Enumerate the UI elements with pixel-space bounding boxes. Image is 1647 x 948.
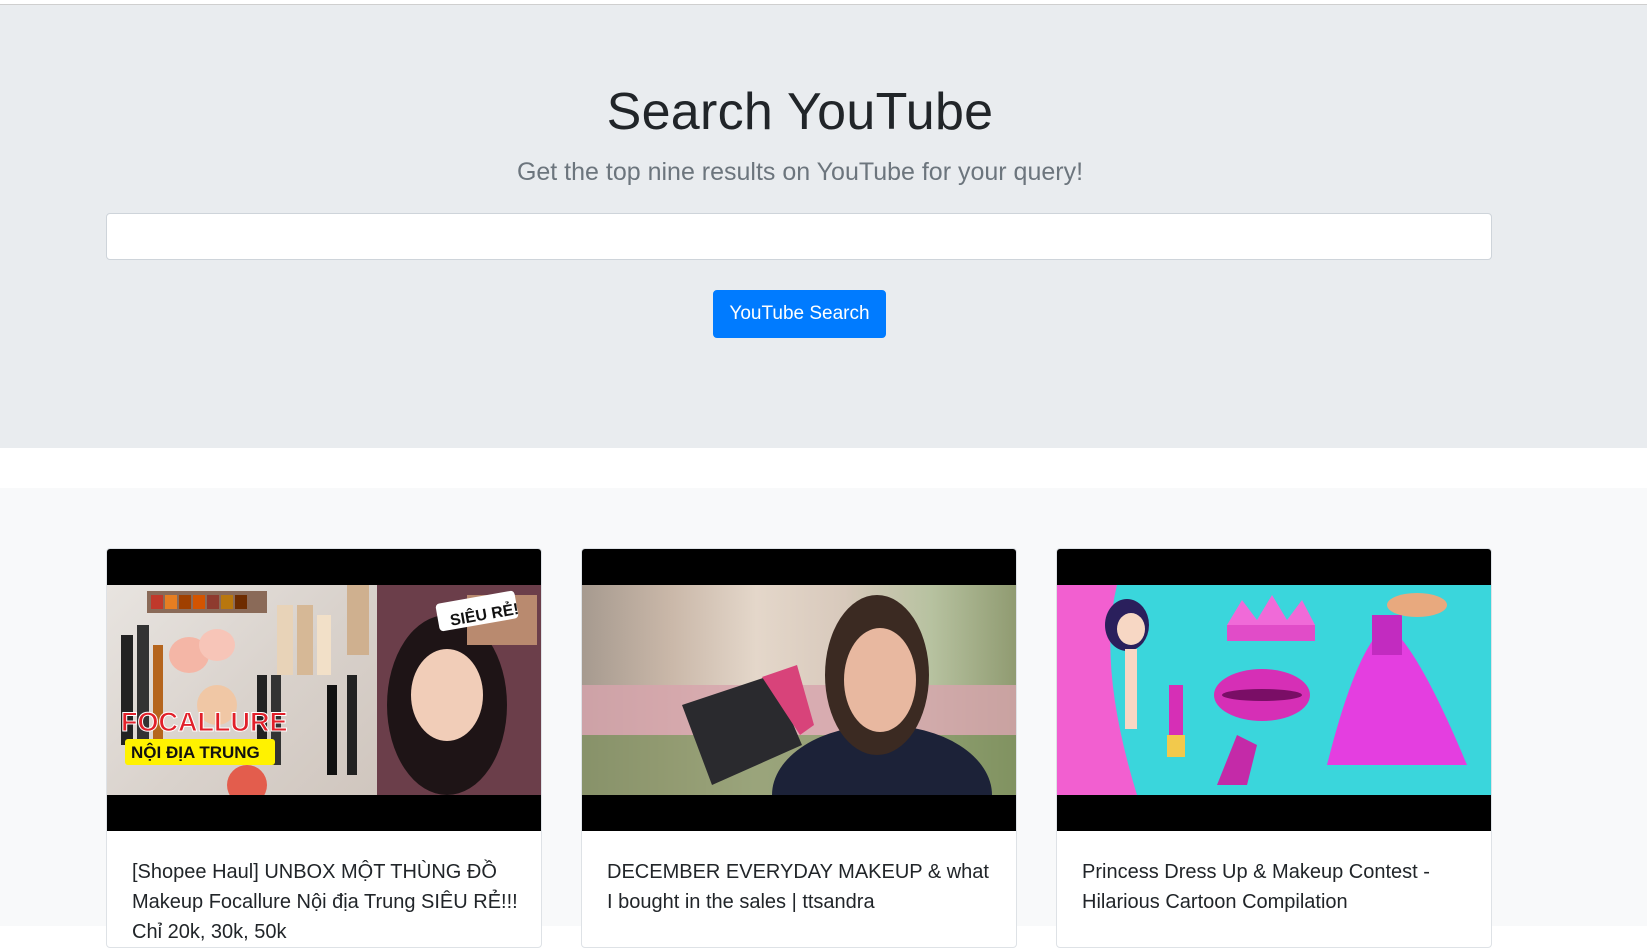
video-player[interactable] [1057, 549, 1491, 831]
page-subtitle: Get the top nine results on YouTube for … [516, 158, 1084, 186]
video-card[interactable]: SIÊU RẺ! FOCALLURE NỘI ĐỊA TRUNG [Shopee… [106, 548, 542, 948]
video-thumbnail [582, 585, 1016, 795]
video-title[interactable]: Princess Dress Up & Makeup Contest - Hil… [1082, 857, 1472, 917]
cartoon-thumbnail-art [1057, 585, 1467, 795]
video-thumbnail [1057, 585, 1491, 795]
video-thumbnail: SIÊU RẺ! FOCALLURE NỘI ĐỊA TRUNG [107, 585, 541, 795]
page-title: Search YouTube [606, 83, 994, 141]
video-card[interactable]: DECEMBER EVERYDAY MAKEUP & what I bought… [581, 548, 1017, 948]
video-title[interactable]: DECEMBER EVERYDAY MAKEUP & what I bought… [607, 857, 997, 917]
video-player[interactable]: SIÊU RẺ! FOCALLURE NỘI ĐỊA TRUNG [107, 549, 541, 831]
video-title[interactable]: [Shopee Haul] UNBOX MỘT THÙNG ĐỒ Makeup … [132, 857, 522, 947]
portrait-thumbnail-art [582, 595, 1016, 795]
video-player[interactable] [582, 549, 1016, 831]
thumb-brand-text: FOCALLURE [121, 707, 287, 737]
makeup-thumbnail-art: SIÊU RẺ! FOCALLURE NỘI ĐỊA TRUNG [121, 585, 541, 795]
youtube-search-button[interactable]: YouTube Search [713, 290, 886, 338]
search-input[interactable] [106, 213, 1492, 260]
video-card[interactable]: Princess Dress Up & Makeup Contest - Hil… [1056, 548, 1492, 948]
thumb-sub-text: NỘI ĐỊA TRUNG [131, 743, 260, 762]
